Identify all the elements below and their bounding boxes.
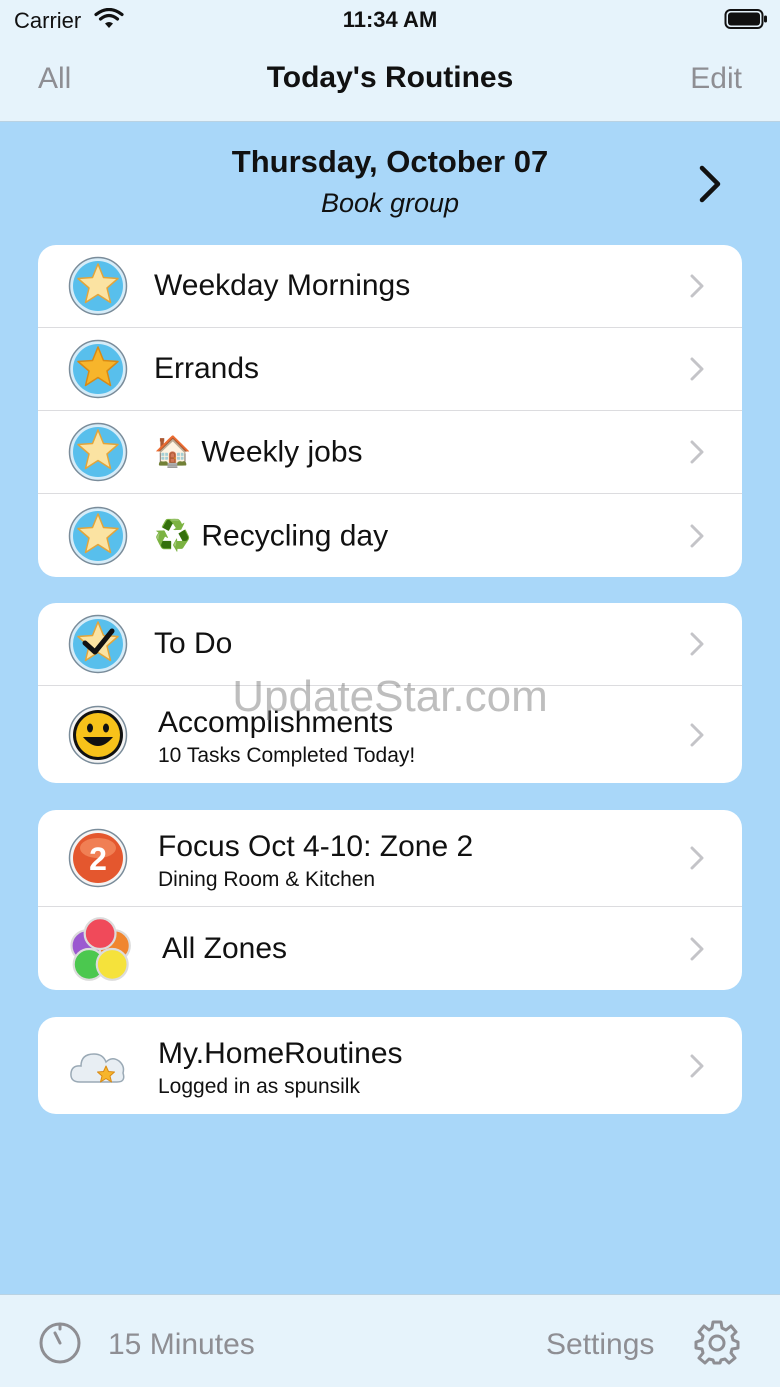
- all-zones-label: All Zones: [162, 931, 288, 965]
- edit-button[interactable]: Edit: [690, 62, 742, 96]
- date-label: Thursday, October 07: [231, 144, 549, 179]
- status-bar: Carrier 11:34 AM: [0, 0, 780, 40]
- zones-group: 2 Focus Oct 4-10: Zone 2 Dining Room & K…: [38, 810, 742, 990]
- account-row[interactable]: My.HomeRoutines Logged in as spunsilk: [38, 1017, 742, 1114]
- chevron-right-icon: [690, 937, 704, 960]
- focus-zone-label: Focus Oct 4-10: Zone 2: [158, 830, 474, 863]
- chevron-right-icon: [690, 846, 704, 870]
- star-icon: [68, 506, 128, 565]
- battery-icon: [724, 9, 767, 29]
- clock: 11:34 AM: [342, 7, 438, 32]
- todo-label: To Do: [154, 627, 233, 660]
- account-detail: Logged in as spunsilk: [158, 1075, 360, 1098]
- accomplishments-row[interactable]: Accomplishments 10 Tasks Completed Today…: [38, 686, 742, 783]
- smiley-icon: [68, 705, 128, 764]
- zones-icon: [70, 916, 131, 981]
- timer-icon[interactable]: [38, 1321, 82, 1365]
- routine-label: ♻️ Recycling day: [154, 518, 388, 553]
- routine-label: 🏠 Weekly jobs: [154, 435, 363, 470]
- bottom-toolbar: 15 Minutes Settings: [0, 1294, 780, 1387]
- zone-number: 2: [89, 841, 107, 877]
- routines-group: Weekday Mornings Errands 🏠 Weekly jobs ♻️…: [38, 245, 742, 577]
- focus-zone-row[interactable]: 2 Focus Oct 4-10: Zone 2 Dining Room & K…: [38, 810, 742, 907]
- routine-row-weekday-mornings[interactable]: Weekday Mornings: [38, 245, 742, 328]
- accomplishments-detail: 10 Tasks Completed Today!: [158, 744, 416, 767]
- navigation-bar: All Today's Routines Edit: [0, 40, 780, 122]
- date-header: Thursday, October 07 Book group: [0, 144, 780, 219]
- chevron-right-icon: [690, 440, 704, 464]
- checked-star-icon: [68, 614, 128, 674]
- event-subtitle: Book group: [320, 188, 460, 218]
- routine-label: Errands: [154, 352, 260, 385]
- all-zones-row[interactable]: All Zones: [38, 907, 742, 990]
- routine-label-text: Recycling day: [201, 519, 389, 552]
- routine-row-weekly-jobs[interactable]: 🏠 Weekly jobs: [38, 411, 742, 494]
- next-day-chevron-icon[interactable]: [690, 162, 730, 206]
- focus-zone-detail: Dining Room & Kitchen: [158, 868, 376, 891]
- star-icon: [68, 422, 128, 482]
- account-label: My.HomeRoutines: [158, 1037, 403, 1070]
- chevron-right-icon: [690, 274, 704, 298]
- star-icon: [68, 256, 128, 316]
- star-icon: [68, 339, 128, 399]
- house-icon: 🏠: [154, 434, 192, 470]
- account-group: My.HomeRoutines Logged in as spunsilk: [38, 1017, 742, 1114]
- todo-row[interactable]: To Do: [38, 603, 742, 686]
- recycle-icon: ♻️: [154, 518, 192, 553]
- routine-label: Weekday Mornings: [154, 269, 411, 302]
- gear-icon[interactable]: [694, 1320, 740, 1366]
- routine-row-recycling-day[interactable]: ♻️ Recycling day: [38, 494, 742, 577]
- chevron-right-icon: [690, 1054, 704, 1077]
- chevron-right-icon: [690, 357, 704, 381]
- tasks-group: To Do Accomplishments 10 Tasks Completed…: [38, 603, 742, 783]
- page-title: Today's Routines: [266, 61, 514, 94]
- timer-button[interactable]: 15 Minutes: [108, 1328, 255, 1362]
- cloud-icon: [70, 1052, 125, 1083]
- chevron-right-icon: [690, 723, 704, 746]
- accomplishments-label: Accomplishments: [158, 706, 394, 739]
- chevron-right-icon: [690, 524, 704, 547]
- routine-label-text: Weekly jobs: [201, 435, 363, 469]
- routine-row-errands[interactable]: Errands: [38, 328, 742, 411]
- settings-button[interactable]: Settings: [546, 1328, 654, 1362]
- zone-badge-icon: 2: [68, 828, 128, 888]
- chevron-right-icon: [690, 632, 704, 656]
